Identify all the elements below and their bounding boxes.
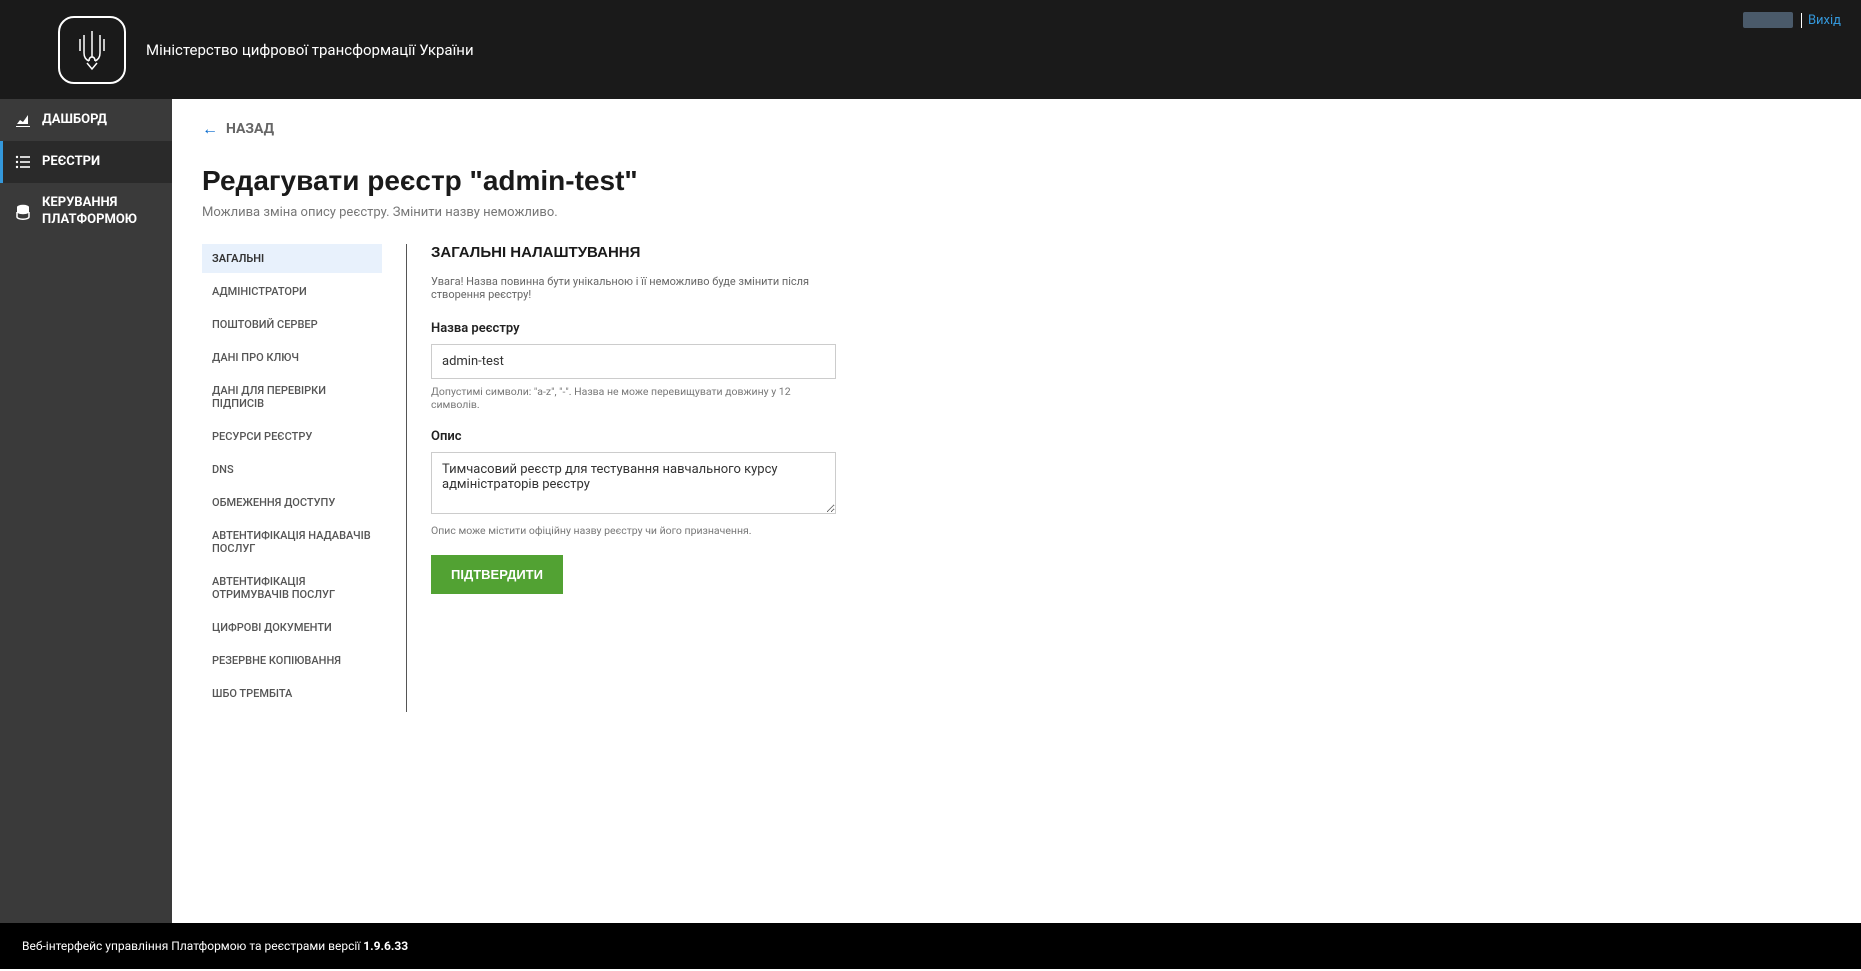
page-subtitle: Можлива зміна опису реєстру. Змінити наз… [202, 205, 1831, 220]
back-label: НАЗАД [226, 121, 274, 137]
tab-mail[interactable]: ПОШТОВИЙ СЕРВЕР [202, 310, 382, 339]
main-content: ← НАЗАД Редагувати реєстр "admin-test" М… [172, 99, 1861, 923]
footer-text: Веб-інтерфейс управління Платформою та р… [22, 939, 363, 953]
tab-key-data[interactable]: ДАНІ ПРО КЛЮЧ [202, 343, 382, 372]
desc-label: Опис [431, 429, 836, 444]
tab-general[interactable]: ЗАГАЛЬНІ [202, 244, 382, 273]
header-title: Міністерство цифрової трансформації Укра… [146, 41, 474, 59]
tab-docs[interactable]: ЦИФРОВІ ДОКУМЕНТИ [202, 613, 382, 642]
sidebar-item-label: ДАШБОРД [42, 112, 107, 129]
form-heading: ЗАГАЛЬНІ НАЛАШТУВАННЯ [431, 244, 836, 261]
header-actions: Вихід [1743, 12, 1841, 28]
sidebar-item-platform[interactable]: КЕРУВАННЯ ПЛАТФОРМОЮ [0, 183, 172, 241]
tab-resources[interactable]: РЕСУРСИ РЕЄСТРУ [202, 422, 382, 451]
database-icon [14, 203, 32, 221]
logout-link[interactable]: Вихід [1801, 13, 1841, 28]
tab-signature-data[interactable]: ДАНІ ДЛЯ ПЕРЕВІРКИ ПІДПИСІВ [202, 376, 382, 418]
sidebar-item-dashboard[interactable]: ДАШБОРД [0, 99, 172, 141]
sidebar: ДАШБОРД РЕЄСТРИ КЕРУВАННЯ ПЛАТФОРМОЮ [0, 99, 172, 923]
tab-backup[interactable]: РЕЗЕРВНЕ КОПІЮВАННЯ [202, 646, 382, 675]
desc-hint: Опис може містити офіційну назву реєстру… [431, 524, 836, 537]
sidebar-item-label: РЕЄСТРИ [42, 154, 100, 171]
list-icon [14, 153, 32, 171]
name-hint: Допустимі символи: "a-z", "-". Назва не … [431, 385, 836, 411]
tab-admins[interactable]: АДМІНІСТРАТОРИ [202, 277, 382, 306]
tab-auth-recipients[interactable]: АВТЕНТИФІКАЦІЯ ОТРИМУВАЧІВ ПОСЛУГ [202, 567, 382, 609]
footer: Веб-інтерфейс управління Платформою та р… [0, 923, 1861, 969]
arrow-left-icon: ← [202, 119, 218, 139]
desc-textarea[interactable] [431, 452, 836, 514]
user-badge[interactable] [1743, 12, 1793, 28]
chart-icon [14, 111, 32, 129]
page-title: Редагувати реєстр "admin-test" [202, 165, 1831, 197]
submit-button[interactable]: ПІДТВЕРДИТИ [431, 555, 563, 594]
tab-trembita[interactable]: ШБО ТРЕМБІТА [202, 679, 382, 708]
footer-version: 1.9.6.33 [363, 939, 408, 953]
tab-auth-providers[interactable]: АВТЕНТИФІКАЦІЯ НАДАВАЧІВ ПОСЛУГ [202, 521, 382, 563]
tab-dns[interactable]: DNS [202, 455, 382, 484]
tab-access[interactable]: ОБМЕЖЕННЯ ДОСТУПУ [202, 488, 382, 517]
header: Міністерство цифрової трансформації Укра… [0, 0, 1861, 99]
name-input[interactable] [431, 344, 836, 379]
form-column: ЗАГАЛЬНІ НАЛАШТУВАННЯ Увага! Назва повин… [406, 244, 836, 712]
header-logo: Міністерство цифрової трансформації Укра… [58, 16, 474, 84]
tabs-column: ЗАГАЛЬНІ АДМІНІСТРАТОРИ ПОШТОВИЙ СЕРВЕР … [202, 244, 382, 712]
sidebar-item-registries[interactable]: РЕЄСТРИ [0, 141, 172, 183]
back-link[interactable]: ← НАЗАД [202, 119, 274, 139]
tryzub-logo [58, 16, 126, 84]
sidebar-item-label: КЕРУВАННЯ ПЛАТФОРМОЮ [42, 195, 158, 229]
name-label: Назва реєстру [431, 321, 836, 336]
form-warning: Увага! Назва повинна бути унікальною і ї… [431, 275, 836, 301]
